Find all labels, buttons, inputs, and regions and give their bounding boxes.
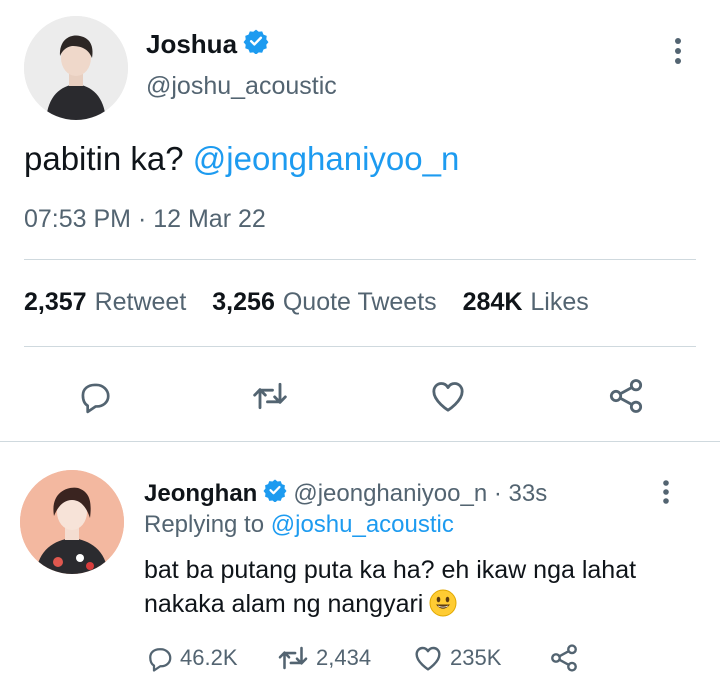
author-avatar[interactable] — [24, 16, 128, 120]
divider — [24, 346, 696, 347]
retweet-button[interactable] — [248, 374, 292, 418]
likes-stat[interactable]: 284K Likes — [463, 288, 589, 317]
share-icon — [609, 379, 643, 413]
share-button[interactable] — [604, 374, 648, 418]
reply-retweet-button[interactable]: 2,434 — [276, 640, 371, 676]
quotes-stat[interactable]: 3,256 Quote Tweets — [212, 288, 436, 317]
reply-share-button[interactable] — [548, 640, 580, 676]
like-icon — [415, 646, 441, 671]
reply-icon — [149, 648, 172, 672]
retweets-label: Retweet — [94, 288, 187, 316]
retweet-icon — [253, 382, 287, 410]
likes-label: Likes — [530, 288, 589, 316]
reply-author-avatar[interactable] — [20, 470, 124, 574]
reply-author-name[interactable]: Jeonghan — [144, 480, 257, 508]
like-button[interactable] — [426, 374, 470, 418]
retweets-stat[interactable]: 2,357 Retweet — [24, 288, 186, 317]
tweet-mention-link[interactable]: @jeonghaniyoo_n — [193, 140, 460, 177]
replying-to: Replying to @joshu_acoustic — [144, 511, 454, 539]
reply-header: Jeonghan @jeonghaniyoo_n · 33s — [144, 478, 547, 509]
replying-to-handle[interactable]: @joshu_acoustic — [271, 511, 454, 538]
retweet-icon — [278, 646, 308, 670]
reply-count: 46.2K — [180, 645, 238, 670]
author-name-row: Joshua — [146, 28, 269, 61]
reply-text-body: bat ba putang puta ka ha? eh ikaw nga la… — [144, 556, 637, 618]
reply-text: bat ba putang puta ka ha? eh ikaw nga la… — [144, 553, 664, 621]
verified-badge-icon — [263, 478, 287, 509]
reply-like-button[interactable]: 235K — [412, 640, 501, 676]
verified-badge-icon — [243, 28, 269, 61]
smiley-emoji-icon — [429, 589, 457, 617]
likes-count: 284K — [462, 288, 523, 316]
more-options-icon[interactable] — [668, 36, 688, 66]
tweet-timestamp[interactable]: 07:53 PM · 12 Mar 22 — [24, 205, 266, 234]
divider — [24, 259, 696, 260]
quotes-count: 3,256 — [212, 288, 275, 316]
more-options-icon[interactable] — [656, 478, 676, 506]
divider — [0, 441, 720, 442]
like-icon — [432, 382, 464, 412]
reply-button[interactable] — [72, 374, 116, 418]
share-icon — [551, 644, 577, 672]
tweet-stats: 2,357 Retweet 3,256 Quote Tweets 284K Likes — [24, 288, 589, 317]
replying-to-label: Replying to — [144, 511, 265, 538]
author-handle[interactable]: @joshu_acoustic — [146, 72, 337, 101]
quotes-label: Quote Tweets — [282, 288, 437, 316]
retweet-count: 2,434 — [316, 645, 372, 670]
tweet-text: pabitin ka? @jeonghaniyoo_n — [24, 140, 459, 178]
reply-reply-button[interactable]: 46.2K — [144, 640, 238, 676]
retweets-count: 2,357 — [24, 288, 87, 316]
reply-icon — [81, 383, 110, 414]
reply-author-meta[interactable]: @jeonghaniyoo_n · 33s — [293, 480, 547, 508]
tweet-text-body: pabitin ka? — [24, 140, 184, 177]
like-count: 235K — [450, 645, 502, 670]
author-name[interactable]: Joshua — [146, 29, 237, 60]
